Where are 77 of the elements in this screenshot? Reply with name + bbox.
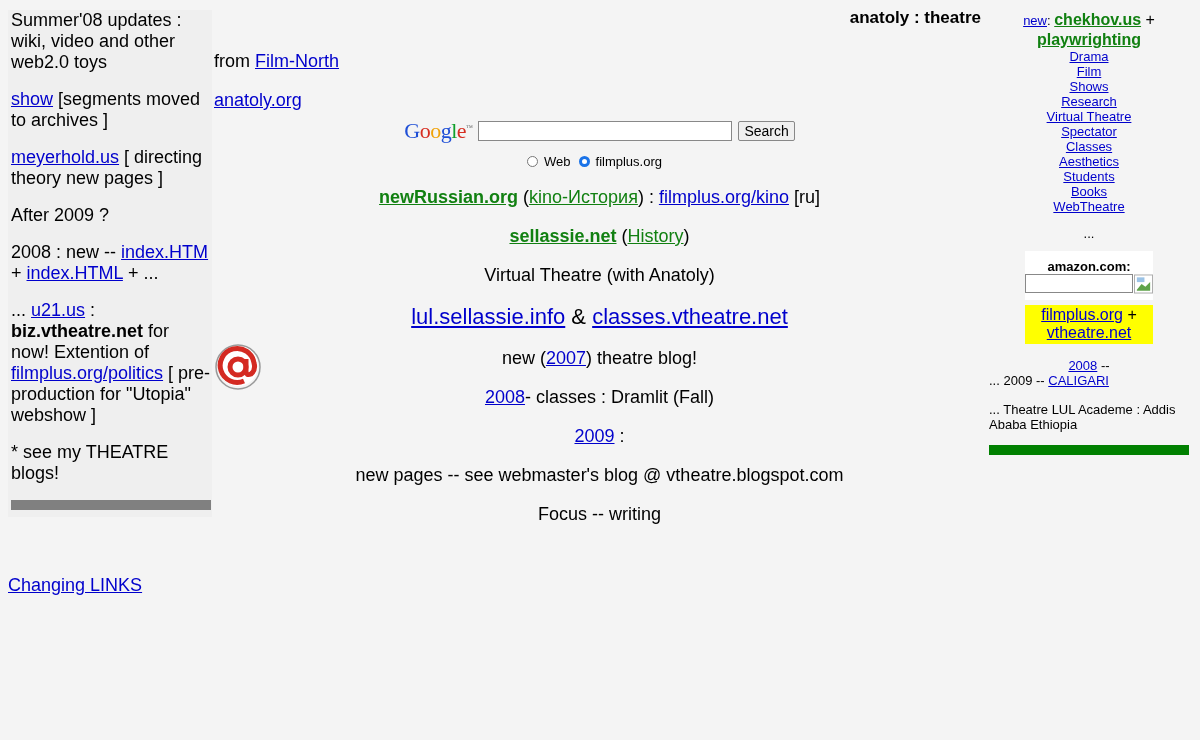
text: Focus -- writing (538, 504, 661, 524)
ellipsis: ... (1082, 226, 1096, 241)
text: - classes : Dramlit (Fall) (525, 387, 715, 407)
text: new pages -- see webmaster's blog @ vtheatre.blogspot.com (355, 465, 844, 485)
paragraph: After 2009 ? (11, 205, 111, 226)
search-field[interactable] (1025, 274, 1133, 293)
link[interactable]: meyerhold.us (11, 147, 120, 167)
nav-link[interactable]: Classes (989, 139, 1189, 154)
link[interactable]: newRussian.org (379, 187, 519, 207)
email-icon (214, 343, 262, 391)
text: ( (522, 187, 530, 207)
note-text: ... Theatre LUL Academe : Addis Ababa Ethiopia (989, 402, 1177, 432)
link[interactable]: chekhov.us (1054, 11, 1142, 28)
link[interactable]: CALIGARI (1048, 373, 1109, 388)
link[interactable]: lul.sellassie.info (411, 304, 566, 329)
nav-link[interactable]: Drama (989, 49, 1189, 64)
link[interactable]: Film-North (255, 51, 339, 71)
text: ... 2009 -- (989, 373, 1046, 388)
site-title: anatoly : theatre (848, 8, 982, 28)
amazon-label: amazon.com: (1046, 259, 1132, 274)
link[interactable]: 2008 (1068, 358, 1098, 373)
radio-button[interactable] (527, 156, 538, 167)
text: Virtual Theatre (with Anatoly) (484, 265, 715, 285)
link[interactable]: filmplus.org/politics (11, 363, 164, 383)
link[interactable]: vtheatre.net (1046, 324, 1132, 341)
text: new ( (501, 348, 546, 368)
nav-link[interactable]: Film (989, 64, 1189, 79)
link[interactable]: filmplus.org/kino (658, 187, 789, 207)
link[interactable]: classes.vtheatre.net (592, 304, 788, 329)
link[interactable]: 2008 (484, 387, 525, 407)
link[interactable]: new (1023, 13, 1047, 28)
link[interactable]: anatoly.org (214, 90, 302, 110)
link[interactable]: Changing LINKS (8, 575, 143, 596)
link[interactable]: u21.us (31, 300, 86, 320)
paragraph: ... u21.us : biz.vtheatre.net for now! Extention of filmplus.org/politics [ pre-production for "Utopia" webshow ] (11, 300, 212, 426)
text: + (1126, 306, 1137, 323)
link[interactable]: index.HTM (121, 242, 209, 262)
radio-label: Web (544, 154, 571, 169)
text: ) : (637, 187, 655, 207)
nav-link[interactable]: Books (989, 184, 1189, 199)
link[interactable]: playwrighting (1037, 31, 1141, 48)
paragraph: 2008 : new -- index.HTM + index.HTML + ... (11, 242, 210, 284)
nav-link[interactable]: Research (989, 94, 1189, 109)
nav-link[interactable]: Shows (989, 79, 1189, 94)
search-field[interactable] (478, 121, 733, 141)
link[interactable]: filmplus.org (1041, 306, 1123, 323)
link[interactable]: History (627, 226, 684, 246)
text: [ru] (792, 187, 820, 207)
paragraph: Summer'08 updates : wiki, video and other web2.0 toys (11, 10, 183, 73)
nav-link[interactable]: Virtual Theatre (989, 109, 1189, 124)
broken-image-icon[interactable] (1134, 274, 1153, 294)
text: ( (620, 226, 628, 246)
text: + (1144, 11, 1155, 28)
text: ) theatre blog! (586, 348, 698, 368)
link[interactable]: index.HTML (26, 263, 123, 283)
paragraph: show [segments moved to archives ] (11, 89, 202, 131)
link[interactable]: kino-История (529, 187, 638, 207)
paragraph: * see my THEATRE blogs! (11, 442, 170, 484)
nav-link[interactable]: Aesthetics (989, 154, 1189, 169)
link[interactable]: 2007 (545, 348, 586, 368)
nav-link[interactable]: WebTheatre (989, 199, 1189, 214)
text: & (570, 304, 588, 329)
paragraph: meyerhold.us [ directing theory new pages ] (11, 147, 204, 189)
search-button[interactable]: Search (738, 121, 795, 141)
link[interactable]: 2009 (574, 426, 615, 446)
nav-link[interactable]: Spectator (989, 124, 1189, 139)
link[interactable]: sellassie.net (509, 226, 617, 246)
radio-label: filmplus.org (595, 154, 662, 169)
link[interactable]: show (11, 89, 54, 109)
nav-link[interactable]: Students (989, 169, 1189, 184)
text: -- (1099, 358, 1110, 373)
radio-button[interactable] (578, 156, 590, 167)
google-logo: Google$^{™}$ (404, 118, 473, 144)
text: ) (683, 226, 690, 246)
text: : (1047, 13, 1052, 28)
text: from (214, 51, 251, 71)
text: : (618, 426, 625, 446)
